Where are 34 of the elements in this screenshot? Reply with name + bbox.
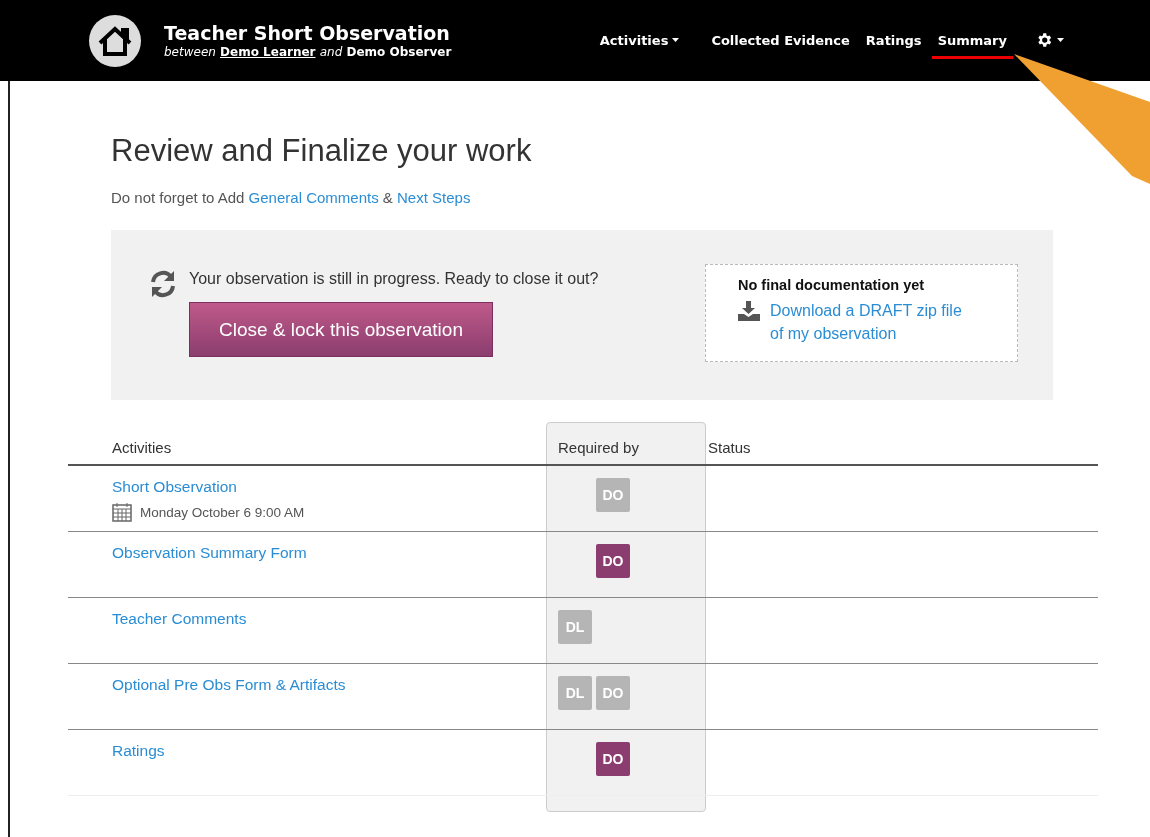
column-header: Required by <box>558 438 640 458</box>
progress-message: Your observation is still in progress. Ready to close it out? <box>189 270 599 288</box>
page-heading: Review and Finalize your work <box>111 133 533 169</box>
activity-link[interactable]: Teacher Comments <box>112 610 558 628</box>
caret-icon <box>672 38 680 42</box>
role-badge: DO <box>596 478 630 512</box>
activity-link[interactable]: Short Observation <box>112 478 558 496</box>
home-icon[interactable] <box>88 13 142 68</box>
next-steps-link[interactable]: Next Steps <box>397 189 471 206</box>
nav-link[interactable]: Summary <box>931 22 1013 59</box>
role-badge: DO <box>596 544 630 578</box>
role-badge: DL <box>558 610 592 644</box>
general-comments-link[interactable]: General Comments <box>248 189 379 206</box>
download-draft-link[interactable]: Download a DRAFT zip file of my observation <box>770 299 970 345</box>
nav-link[interactable]: Collected Evidence <box>705 22 856 59</box>
role-badge: DL <box>558 676 592 710</box>
role-badge: DO <box>596 676 630 710</box>
column-header: Activities <box>111 438 173 458</box>
activity-link[interactable]: Optional Pre Obs Form & Artifacts <box>112 676 558 694</box>
calendar-icon <box>112 502 132 522</box>
activity-link[interactable]: Ratings <box>112 742 558 760</box>
role-badge: DO <box>596 742 630 776</box>
column-header: Status <box>708 438 752 458</box>
page-title: Teacher Short Observation <box>164 21 451 44</box>
nav-link[interactable]: Ratings <box>859 22 928 59</box>
nav-dropdown[interactable]: Activities <box>593 22 686 59</box>
documentation-title: No final documentation yet <box>738 277 926 293</box>
activity-date: Monday October 6 9:00 AM <box>140 504 305 520</box>
download-icon <box>738 301 760 321</box>
reminder-text: Do not forget to Add General Comments & Next Steps <box>111 189 472 206</box>
close-lock-button[interactable]: Close & lock this observation <box>189 302 493 357</box>
activity-link[interactable]: Observation Summary Form <box>112 544 558 562</box>
page-subtitle: between Demo Learner and Demo Observer <box>164 43 452 60</box>
caret-icon <box>1057 38 1064 42</box>
